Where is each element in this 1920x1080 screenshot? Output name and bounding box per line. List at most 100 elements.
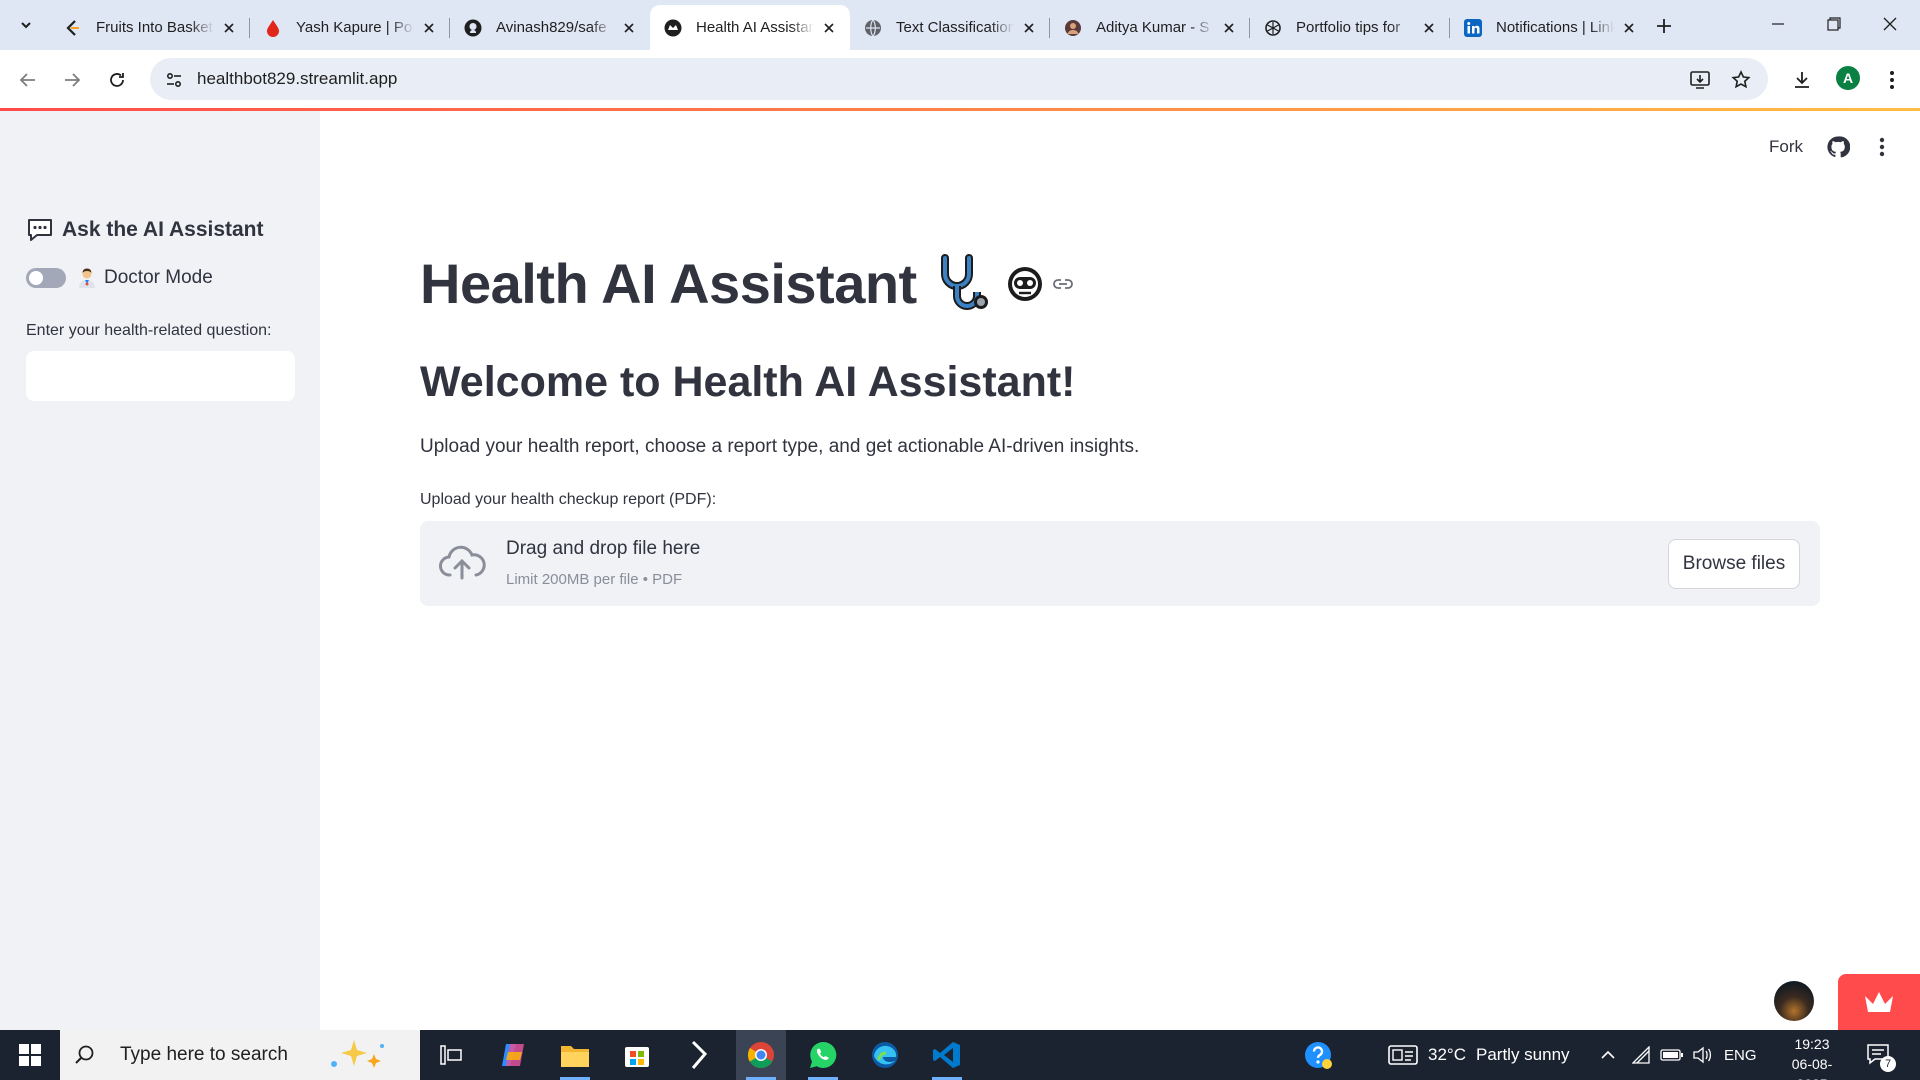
chatgpt-icon bbox=[1264, 19, 1282, 37]
network-icon[interactable] bbox=[1632, 1030, 1652, 1080]
start-button[interactable] bbox=[0, 1030, 60, 1080]
close-icon[interactable] bbox=[820, 19, 838, 37]
question-label: Enter your health-related question: bbox=[26, 322, 272, 339]
close-icon[interactable] bbox=[620, 19, 638, 37]
doctor-mode-toggle-row: Doctor Mode bbox=[26, 267, 213, 289]
taskbar-vscode[interactable] bbox=[922, 1030, 972, 1080]
arrow-right-icon bbox=[65, 73, 81, 87]
bookmark-star-icon[interactable] bbox=[1727, 66, 1755, 94]
tab-text-classification[interactable]: Text Classification bbox=[850, 5, 1050, 50]
language-indicator[interactable]: ENG bbox=[1724, 1030, 1757, 1080]
task-view-button[interactable] bbox=[426, 1030, 476, 1080]
tab-title: Health AI Assistant bbox=[696, 19, 814, 36]
tab-title: Yash Kapure | Portfolio bbox=[296, 19, 414, 36]
restore-button[interactable] bbox=[1806, 0, 1862, 48]
taskbar-search-box[interactable]: Type here to search bbox=[60, 1030, 420, 1080]
downloads-button[interactable] bbox=[1786, 64, 1818, 96]
task-view-icon bbox=[440, 1045, 462, 1065]
back-button[interactable] bbox=[12, 64, 44, 96]
whatsapp-icon bbox=[810, 1041, 837, 1068]
arrow-left-icon bbox=[19, 73, 35, 87]
taskbar-whatsapp[interactable] bbox=[798, 1030, 848, 1080]
app-menu-button[interactable] bbox=[1870, 135, 1894, 159]
browse-files-button[interactable]: Browse files bbox=[1668, 539, 1800, 589]
chrome-icon bbox=[747, 1042, 774, 1069]
clock-date: 06-08-2025 bbox=[1791, 1056, 1833, 1080]
taskbar-app-s[interactable] bbox=[674, 1030, 724, 1080]
close-icon[interactable] bbox=[1420, 19, 1438, 37]
reload-button[interactable] bbox=[101, 64, 133, 96]
volume-icon[interactable] bbox=[1692, 1030, 1712, 1080]
tab-health-ai-assistant[interactable]: Health AI Assistant bbox=[650, 5, 850, 50]
notification-center-button[interactable]: 7 bbox=[1866, 1030, 1896, 1080]
taskbar-copilot[interactable] bbox=[488, 1030, 538, 1080]
viewer-avatar[interactable] bbox=[1774, 981, 1814, 1021]
doctor-mode-label: Doctor Mode bbox=[104, 267, 213, 288]
tab-portfolio-tips[interactable]: Portfolio tips for bbox=[1250, 5, 1450, 50]
new-tab-button[interactable] bbox=[1650, 12, 1678, 40]
tab-avinash-github[interactable]: Avinash829/safe bbox=[450, 5, 650, 50]
doctor-mode-toggle[interactable] bbox=[26, 268, 66, 288]
chevron-up-icon bbox=[1601, 1050, 1615, 1059]
search-icon bbox=[75, 1045, 94, 1064]
close-icon[interactable] bbox=[1620, 19, 1638, 37]
minimize-button[interactable] bbox=[1750, 0, 1806, 48]
taskbar-edge[interactable] bbox=[860, 1030, 910, 1080]
streamlit-crown-badge[interactable] bbox=[1838, 974, 1920, 1030]
tab-title: Aditya Kumar - S bbox=[1096, 19, 1210, 36]
taskbar-chrome[interactable] bbox=[736, 1030, 786, 1080]
forward-button[interactable] bbox=[56, 64, 88, 96]
sidebar-heading: Ask the AI Assistant bbox=[26, 217, 264, 243]
health-worker-icon bbox=[79, 268, 95, 288]
red-drop-icon bbox=[264, 19, 282, 37]
close-icon bbox=[1883, 17, 1897, 31]
tab-aditya-kumar[interactable]: Aditya Kumar - S bbox=[1050, 5, 1250, 50]
weather-widget[interactable]: 32°C Partly sunny bbox=[1388, 1030, 1570, 1080]
taskbar-clock[interactable]: 19:23 06-08-2025 bbox=[1777, 1034, 1847, 1080]
close-icon[interactable] bbox=[220, 19, 238, 37]
stethoscope-icon bbox=[940, 253, 988, 310]
chevron-down-icon bbox=[21, 22, 31, 29]
leetcode-icon bbox=[64, 19, 82, 37]
store-icon bbox=[625, 1047, 649, 1067]
kebab-menu-icon bbox=[1890, 71, 1894, 89]
browser-tab-strip: Fruits Into Basket Yash Kapure | Portfol… bbox=[0, 0, 1920, 50]
sidebar-title: Ask the AI Assistant bbox=[62, 218, 264, 241]
crown-icon bbox=[1865, 992, 1893, 1012]
health-question-input[interactable] bbox=[26, 351, 295, 401]
taskbar-microsoft-store[interactable] bbox=[612, 1030, 662, 1080]
weather-temp: 32°C bbox=[1428, 1045, 1466, 1064]
download-icon bbox=[1795, 72, 1809, 88]
file-dropzone[interactable]: Drag and drop file here Limit 200MB per … bbox=[420, 521, 1820, 606]
close-window-button[interactable] bbox=[1862, 0, 1918, 48]
help-tray-icon[interactable] bbox=[1303, 1030, 1333, 1080]
github-icon[interactable] bbox=[1826, 135, 1850, 159]
plus-icon bbox=[1657, 19, 1671, 33]
tab-fruits-into-basket[interactable]: Fruits Into Basket bbox=[50, 5, 250, 50]
windows-logo-icon bbox=[19, 1044, 41, 1066]
fork-button[interactable]: Fork bbox=[1769, 137, 1803, 157]
taskbar-file-explorer[interactable] bbox=[550, 1030, 600, 1080]
install-app-icon[interactable] bbox=[1686, 66, 1714, 94]
tab-yash-kapure[interactable]: Yash Kapure | Portfolio bbox=[250, 5, 450, 50]
anchor-link-icon[interactable] bbox=[1051, 272, 1075, 296]
minimize-icon bbox=[1772, 23, 1784, 25]
tab-linkedin-notifications[interactable]: Notifications | LinkedIn bbox=[1450, 5, 1650, 50]
tab-search-button[interactable] bbox=[10, 10, 42, 40]
url-text[interactable]: healthbot829.streamlit.app bbox=[197, 69, 397, 89]
tab-title: Notifications | LinkedIn bbox=[1496, 19, 1614, 36]
show-hidden-icons-button[interactable] bbox=[1600, 1030, 1616, 1080]
chrome-menu-button[interactable] bbox=[1876, 64, 1908, 96]
close-icon[interactable] bbox=[420, 19, 438, 37]
tab-title: Portfolio tips for bbox=[1296, 19, 1401, 36]
weather-desc: Partly sunny bbox=[1475, 1045, 1570, 1064]
linkedin-icon bbox=[1464, 18, 1482, 37]
address-bar[interactable]: healthbot829.streamlit.app bbox=[150, 58, 1768, 100]
close-icon[interactable] bbox=[1220, 19, 1238, 37]
close-icon[interactable] bbox=[1020, 19, 1038, 37]
site-info-icon[interactable] bbox=[162, 68, 186, 92]
profile-avatar[interactable]: A bbox=[1836, 66, 1860, 90]
battery-icon[interactable] bbox=[1660, 1030, 1684, 1080]
restore-icon bbox=[1827, 17, 1841, 31]
dropzone-limit: Limit 200MB per file • PDF bbox=[506, 571, 683, 588]
